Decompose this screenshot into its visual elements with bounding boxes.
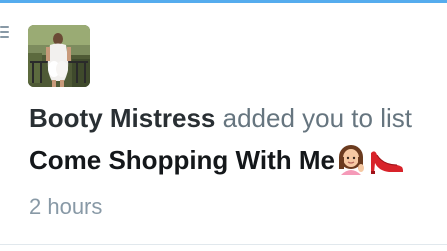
- avatar-image: [28, 25, 90, 87]
- list-name-text: Come Shopping With Me: [29, 145, 335, 175]
- list-name-link[interactable]: Come Shopping With Me: [29, 143, 447, 183]
- timestamp: 2 hours: [29, 194, 103, 219]
- action-text: added you to list: [222, 103, 412, 133]
- avatar[interactable]: [28, 25, 90, 87]
- actor-name-link[interactable]: Booty Mistress: [29, 103, 215, 133]
- divider: [0, 244, 447, 245]
- high-heel-shoe-emoji: [367, 145, 405, 183]
- woman-tipping-hand-emoji: [337, 145, 365, 183]
- list-icon: [0, 26, 9, 38]
- top-accent-bar: [0, 0, 447, 3]
- notification-text: Booty Mistress added you to list: [29, 102, 447, 134]
